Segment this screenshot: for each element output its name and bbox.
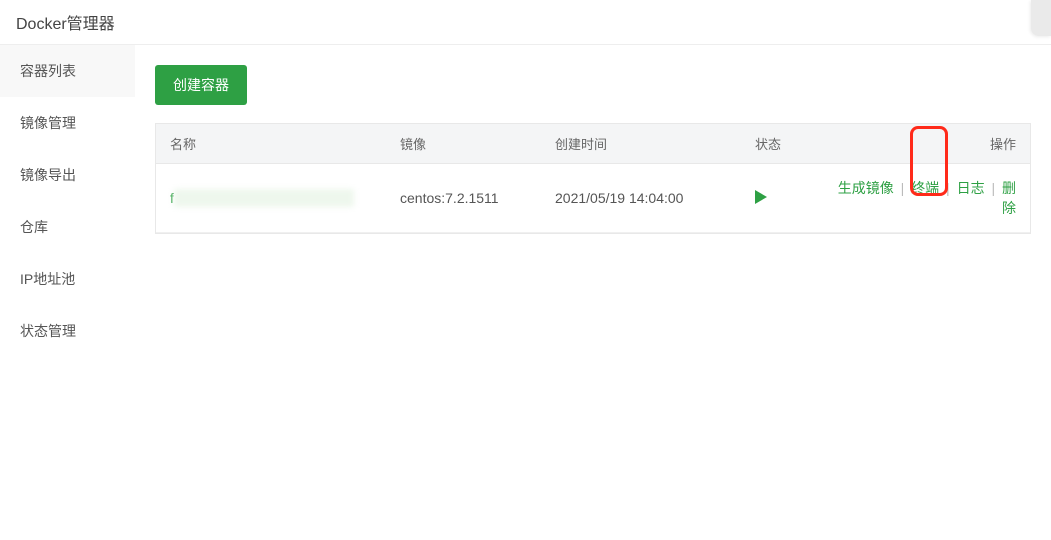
cell-status — [755, 190, 835, 207]
th-image: 镜像 — [400, 134, 555, 153]
action-gen-image[interactable]: 生成镜像 — [838, 180, 894, 196]
page-header: Docker管理器 — [0, 0, 1051, 45]
th-created: 创建时间 — [555, 134, 755, 153]
th-ops: 操作 — [835, 134, 1016, 153]
th-name: 名称 — [170, 134, 400, 153]
sidebar-item-image-export[interactable]: 镜像导出 — [0, 149, 135, 201]
sidebar-item-label: 仓库 — [20, 219, 48, 235]
corner-decoration — [1031, 0, 1051, 36]
page-title: Docker管理器 — [16, 16, 115, 33]
sidebar-item-containers[interactable]: 容器列表 — [0, 45, 135, 97]
cell-created: 2021/05/19 14:04:00 — [555, 190, 755, 206]
action-terminal[interactable]: 终端 — [911, 180, 939, 196]
sidebar-item-label: 镜像管理 — [20, 115, 76, 131]
create-container-button[interactable]: 创建容器 — [155, 65, 247, 105]
sidebar-item-ip-pool[interactable]: IP地址池 — [0, 253, 135, 305]
main-container: 容器列表 镜像管理 镜像导出 仓库 IP地址池 状态管理 创建容器 名称 镜像 … — [0, 45, 1051, 540]
sidebar-item-images[interactable]: 镜像管理 — [0, 97, 135, 149]
separator: | — [901, 180, 905, 196]
sidebar-item-label: 状态管理 — [20, 323, 76, 339]
table-header: 名称 镜像 创建时间 状态 操作 — [156, 124, 1030, 164]
play-icon[interactable] — [755, 190, 767, 207]
cell-name: f — [170, 189, 400, 207]
main-content: 创建容器 名称 镜像 创建时间 状态 操作 f centos:7.2.1511 … — [135, 45, 1051, 540]
sidebar-item-repository[interactable]: 仓库 — [0, 201, 135, 253]
separator: | — [946, 180, 950, 196]
sidebar-item-label: 镜像导出 — [20, 167, 76, 183]
sidebar-item-status-mgmt[interactable]: 状态管理 — [0, 305, 135, 357]
blurred-name — [174, 189, 354, 207]
sidebar: 容器列表 镜像管理 镜像导出 仓库 IP地址池 状态管理 — [0, 45, 135, 540]
cell-image: centos:7.2.1511 — [400, 190, 555, 206]
cell-ops: 生成镜像 | 终端 | 日志 | 删除 — [835, 178, 1016, 218]
container-table: 名称 镜像 创建时间 状态 操作 f centos:7.2.1511 2021/… — [155, 123, 1031, 234]
action-delete[interactable]: 删除 — [1002, 180, 1016, 216]
action-logs[interactable]: 日志 — [957, 180, 985, 196]
sidebar-item-label: IP地址池 — [20, 271, 75, 287]
separator: | — [991, 180, 995, 196]
sidebar-item-label: 容器列表 — [20, 63, 76, 79]
th-status: 状态 — [755, 134, 835, 153]
table-row: f centos:7.2.1511 2021/05/19 14:04:00 生成… — [156, 164, 1030, 233]
